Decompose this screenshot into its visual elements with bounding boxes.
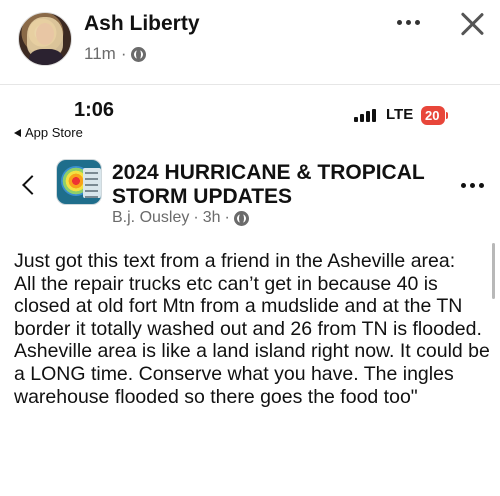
group-post-time[interactable]: 3h [203,209,221,227]
group-post-author[interactable]: B.j. Ousley [112,209,189,227]
embedded-screenshot: 1:06 App Store LTE 20 2024 HURRICANE & T… [0,85,500,496]
author-name[interactable]: Ash Liberty [84,12,200,36]
back-chevron-icon[interactable] [20,173,38,197]
globe-icon [233,210,249,226]
post-body-text: Just got this text from a friend in the … [14,250,490,408]
network-label: LTE [386,106,414,123]
dot [414,19,420,25]
dot [469,182,475,188]
meta-separator: · [193,209,199,226]
post-body-message: All the repair trucks etc can’t get in b… [14,272,490,408]
battery-indicator: 20 [421,106,450,125]
group-more-options-icon[interactable] [458,177,486,193]
post-time[interactable]: 11m [84,44,116,64]
back-to-app-store[interactable]: App Store [14,125,83,140]
close-icon[interactable] [456,8,488,40]
group-title[interactable]: 2024 HURRICANE & TROPICAL STORM UPDATES [112,161,432,209]
dot [396,19,402,25]
more-options-icon[interactable] [392,8,424,36]
back-app-label: App Store [25,125,83,140]
dot [405,19,411,25]
dot [460,182,466,188]
meta-separator: · [120,44,127,63]
group-thumbnail[interactable] [56,159,102,205]
post-meta: 11m · [84,44,147,64]
status-time: 1:06 [74,99,115,121]
avatar-shirt [29,49,63,65]
thumb-text-panel [83,168,101,198]
group-post-meta: B.j. Ousley · 3h · [112,209,249,227]
meta-separator: · [224,209,230,226]
globe-icon [131,46,147,62]
post-body-intro: Just got this text from a friend in the … [14,250,456,272]
avatar-face [36,23,54,45]
signal-bars-icon [354,109,376,122]
post-header: Ash Liberty 11m · [0,0,500,82]
scrollbar[interactable] [492,243,495,299]
author-avatar[interactable] [18,12,72,66]
back-triangle-icon [14,128,21,137]
dot [478,182,484,188]
